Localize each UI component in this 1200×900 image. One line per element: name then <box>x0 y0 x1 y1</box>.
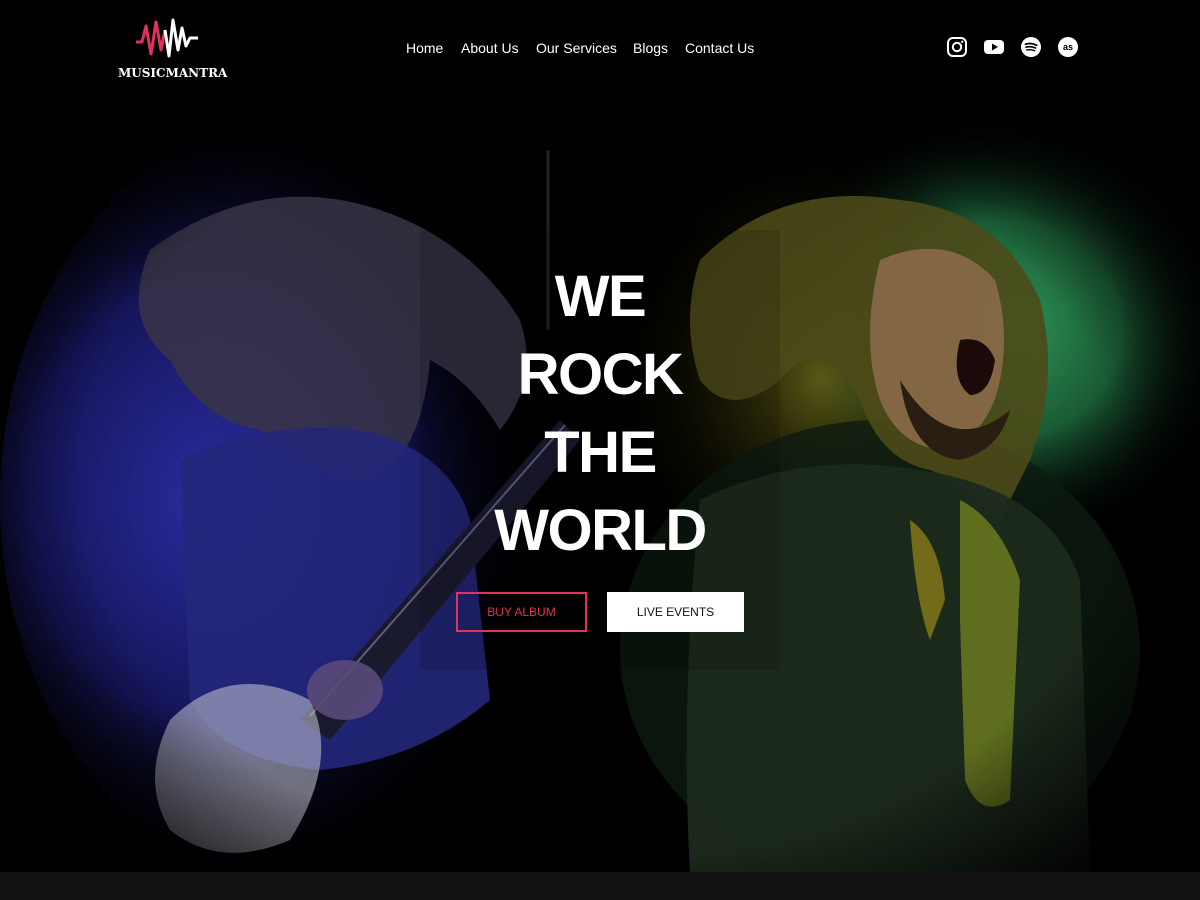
lastfm-icon: as <box>1058 37 1078 57</box>
nav-item-about-us[interactable]: About Us <box>461 38 519 58</box>
nav-item-home[interactable]: Home <box>406 38 443 58</box>
social-links: as <box>946 36 1082 60</box>
page: MUSICMANTRA Home About Us Our Services B… <box>0 0 1200 900</box>
headline-line-3: THE <box>544 420 657 485</box>
youtube-icon <box>984 40 1004 54</box>
nav-item-our-services[interactable]: Our Services <box>536 38 617 58</box>
instagram-icon <box>947 37 967 57</box>
nav-item-blogs[interactable]: Blogs <box>633 38 668 58</box>
headline-line-2: ROCK <box>517 342 684 407</box>
headline-line-1: WE <box>554 264 647 329</box>
svg-text:as: as <box>1063 42 1073 52</box>
headline-line-4: WORLD <box>494 498 707 563</box>
brand-name: MUSICMANTRA <box>118 66 228 80</box>
spotify-link[interactable] <box>1020 36 1042 58</box>
hero-headline: WE ROCK THE WORLD <box>400 258 800 570</box>
site-header: MUSICMANTRA Home About Us Our Services B… <box>0 0 1200 100</box>
youtube-link[interactable] <box>983 36 1005 58</box>
next-section-strip <box>0 872 1200 900</box>
soundwave-logo-icon <box>136 18 198 58</box>
spotify-icon <box>1021 37 1041 57</box>
brand-logo[interactable]: MUSICMANTRA <box>118 14 228 82</box>
nav-item-contact-us[interactable]: Contact Us <box>685 38 754 58</box>
instagram-link[interactable] <box>946 36 968 58</box>
lastfm-link[interactable]: as <box>1057 36 1079 58</box>
buy-album-button[interactable]: BUY ALBUM <box>456 592 587 632</box>
live-events-button[interactable]: LIVE EVENTS <box>607 592 744 632</box>
